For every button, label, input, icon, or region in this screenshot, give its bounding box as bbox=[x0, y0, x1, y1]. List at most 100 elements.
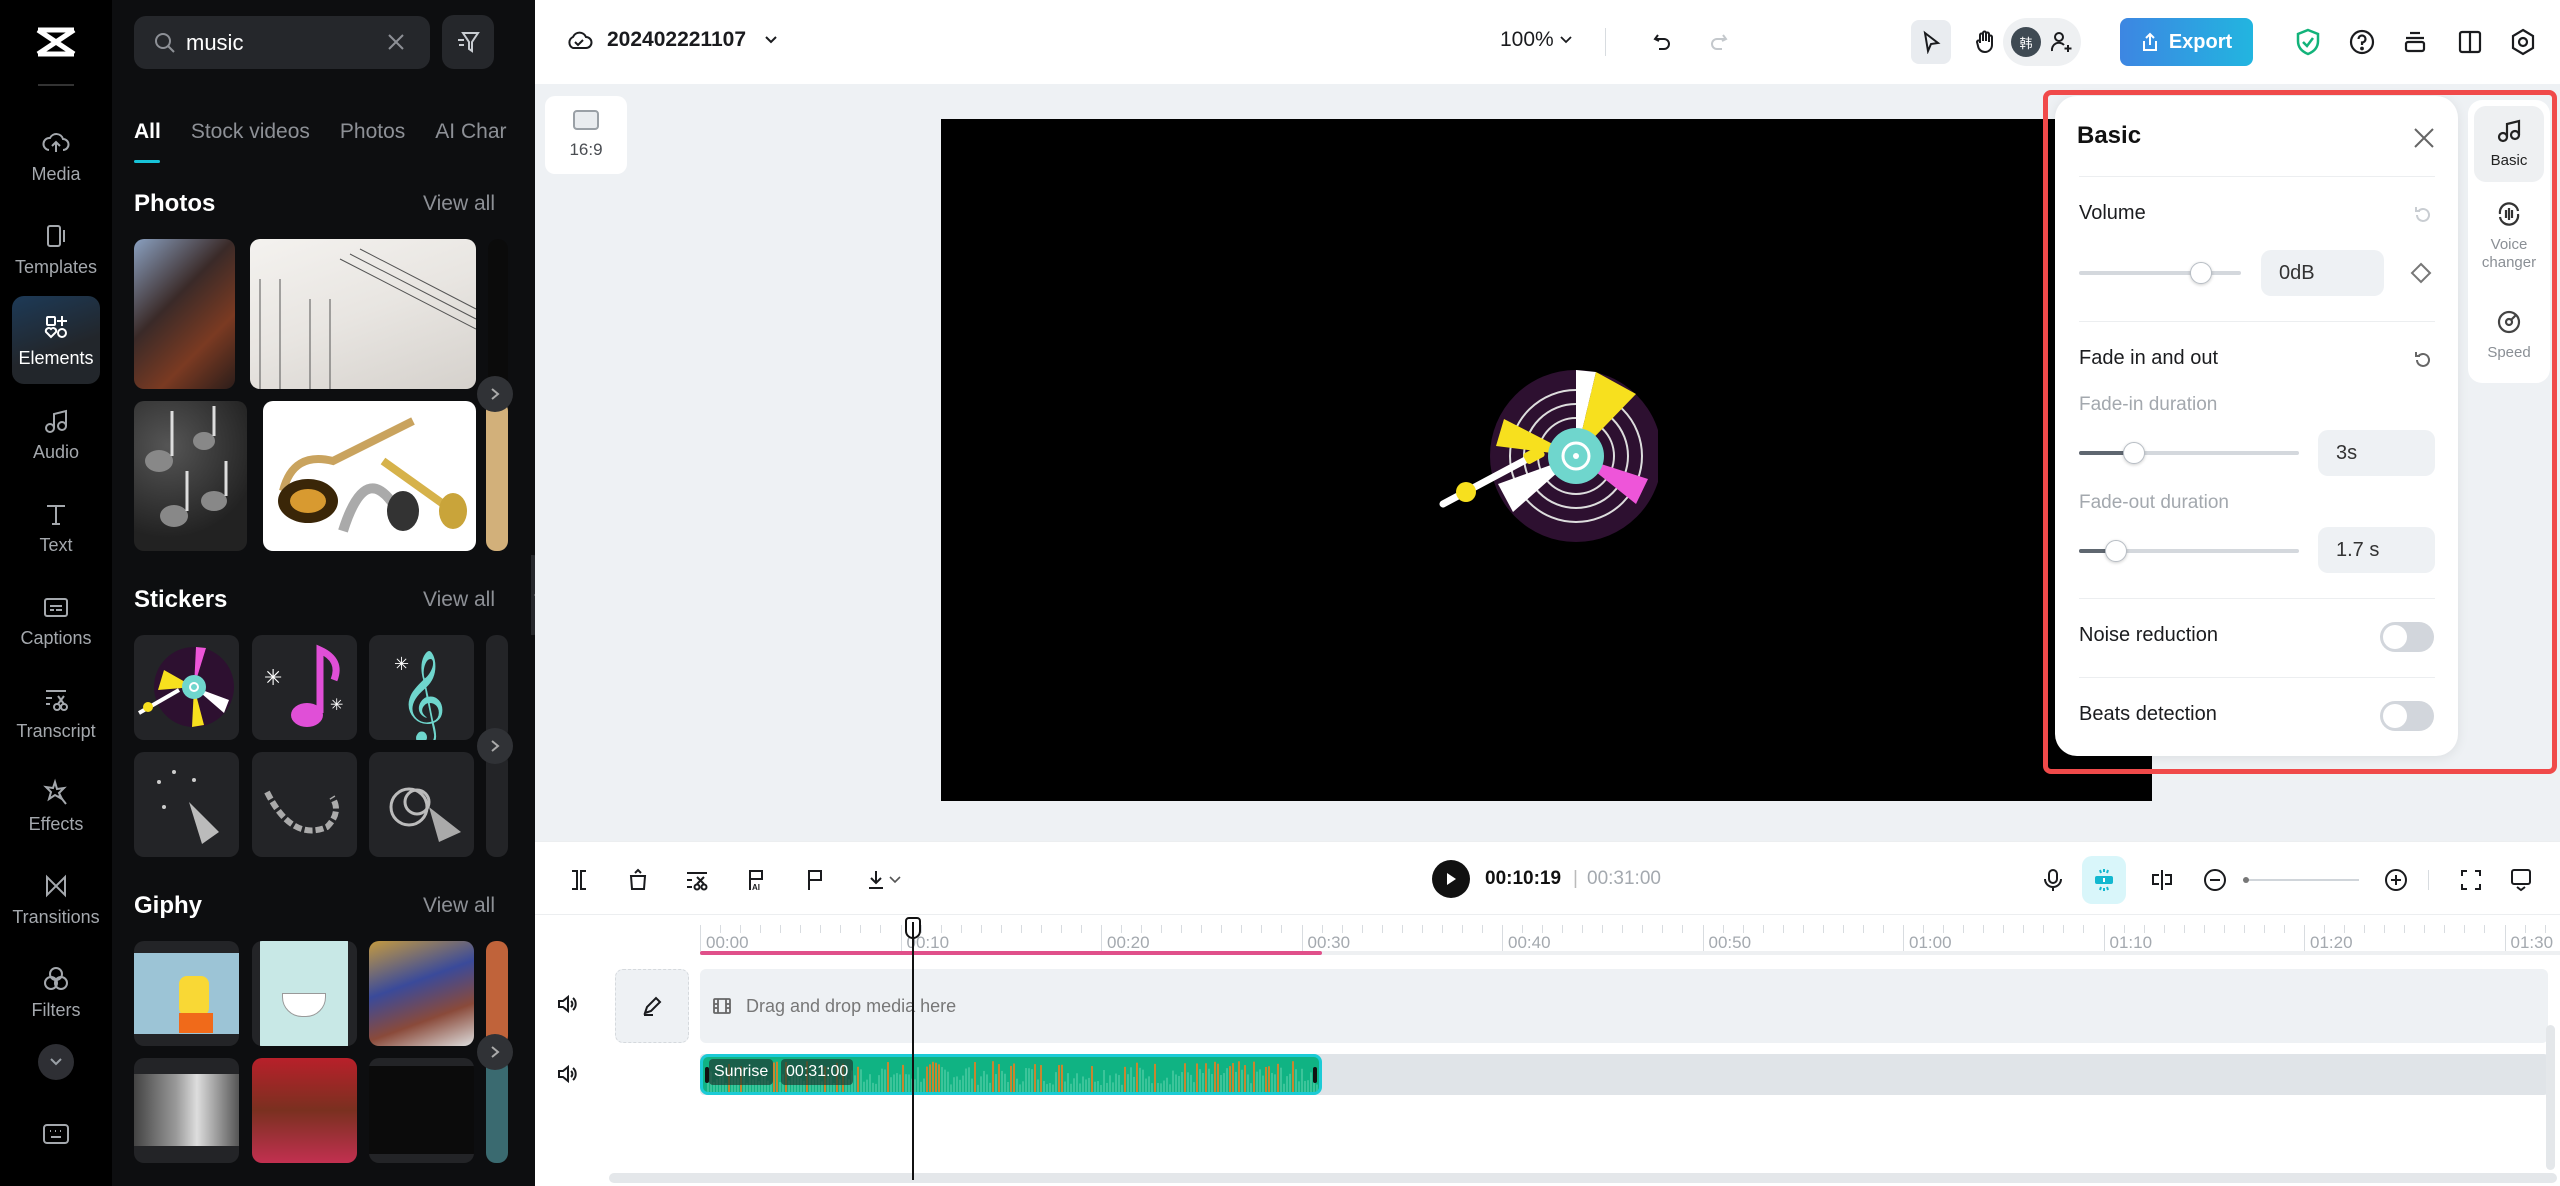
rail-item-captions[interactable]: Captions bbox=[12, 576, 100, 664]
sticker-confetti[interactable] bbox=[134, 752, 239, 857]
fade-in-value-field[interactable]: 3s bbox=[2318, 430, 2435, 476]
tab-all[interactable]: All bbox=[134, 120, 161, 144]
sticker-partial-2[interactable] bbox=[486, 752, 508, 857]
rail-item-transitions[interactable]: Transitions bbox=[12, 855, 100, 943]
project-name-dropdown[interactable]: 202402221107 bbox=[565, 26, 792, 54]
giphy-next-button[interactable] bbox=[477, 1034, 513, 1070]
audio-clip[interactable]: Sunrise 00:31:00 bbox=[700, 1054, 1322, 1095]
fade-out-slider[interactable] bbox=[2079, 540, 2299, 562]
help-icon[interactable] bbox=[2344, 24, 2380, 60]
rail-item-audio[interactable]: Audio bbox=[12, 390, 100, 478]
volume-reset-icon[interactable] bbox=[2412, 204, 2434, 226]
sticker-music-note[interactable]: ✳ ✳ bbox=[252, 635, 357, 740]
aspect-ratio-button[interactable]: 16:9 bbox=[545, 96, 627, 174]
beats-detection-toggle[interactable] bbox=[2380, 701, 2434, 731]
volume-slider[interactable] bbox=[2079, 262, 2241, 284]
fit-timeline-button[interactable] bbox=[2455, 864, 2487, 896]
edit-cover-button[interactable] bbox=[615, 969, 689, 1043]
gif-teacup[interactable] bbox=[252, 941, 357, 1046]
vinyl-sticker-preview[interactable] bbox=[1438, 364, 1658, 544]
tab-ai-characters[interactable]: AI Characters bbox=[435, 120, 507, 144]
fade-out-knob[interactable] bbox=[2105, 540, 2128, 562]
undo-button[interactable] bbox=[1642, 20, 1682, 64]
playhead-line[interactable] bbox=[911, 922, 914, 1180]
sticker-chain[interactable] bbox=[252, 752, 357, 857]
hand-tool-button[interactable] bbox=[1965, 20, 2005, 64]
clip-trim-handle-right[interactable] bbox=[1312, 1067, 1317, 1083]
vertical-scrollbar[interactable] bbox=[2546, 1025, 2555, 1170]
audio-track-volume-icon[interactable] bbox=[555, 1062, 579, 1086]
photo-sheet-music[interactable] bbox=[250, 239, 476, 389]
delete-button[interactable] bbox=[622, 864, 654, 896]
rail-item-text[interactable]: Text bbox=[12, 483, 100, 571]
horizontal-scrollbar[interactable] bbox=[609, 1173, 2557, 1183]
sticker-partial[interactable] bbox=[486, 635, 508, 740]
sticker-treble-clef[interactable]: 𝄞 ✳ bbox=[369, 635, 474, 740]
filter-button[interactable] bbox=[442, 15, 494, 69]
cut-transcript-button[interactable] bbox=[681, 864, 713, 896]
side-tab-speed[interactable]: Speed bbox=[2474, 308, 2544, 362]
close-icon[interactable] bbox=[2412, 126, 2436, 150]
tab-photos[interactable]: Photos bbox=[340, 120, 405, 144]
rail-item-media[interactable]: Media bbox=[12, 112, 100, 200]
rail-expand-button[interactable] bbox=[38, 1044, 74, 1080]
photo-partial-2[interactable] bbox=[486, 401, 508, 551]
marker-button[interactable] bbox=[799, 864, 831, 896]
fade-reset-icon[interactable] bbox=[2412, 349, 2434, 371]
split-align-button[interactable] bbox=[2146, 864, 2178, 896]
side-tab-basic[interactable]: Basic bbox=[2474, 106, 2544, 182]
photos-view-all-link[interactable]: View all bbox=[423, 192, 495, 216]
preview-screen-button[interactable] bbox=[2505, 864, 2537, 896]
fade-in-slider[interactable] bbox=[2079, 442, 2299, 464]
side-tab-voice-changer[interactable]: Voice changer bbox=[2474, 200, 2544, 272]
photo-partial[interactable] bbox=[488, 239, 508, 389]
gif-dog-fan[interactable] bbox=[252, 1058, 357, 1163]
clear-search-icon[interactable] bbox=[386, 32, 406, 52]
select-tool-button[interactable] bbox=[1911, 20, 1951, 64]
volume-value-field[interactable]: 0dB bbox=[2261, 250, 2384, 296]
auto-snap-toggle[interactable] bbox=[2082, 856, 2126, 904]
gif-asap-logo[interactable] bbox=[369, 1058, 474, 1163]
rail-item-templates[interactable]: Templates bbox=[12, 205, 100, 293]
photo-music-notes[interactable] bbox=[134, 401, 247, 551]
settings-gear-icon[interactable] bbox=[2505, 24, 2541, 60]
timeline-zoom-slider[interactable] bbox=[2243, 877, 2359, 883]
ai-marker-button[interactable]: AI bbox=[740, 864, 772, 896]
split-tool-button[interactable] bbox=[563, 864, 595, 896]
sticker-french-horn[interactable] bbox=[369, 752, 474, 857]
redo-button[interactable] bbox=[1699, 20, 1739, 64]
tab-stock-videos[interactable]: Stock videos bbox=[191, 120, 310, 144]
track-volume-icon[interactable] bbox=[555, 992, 579, 1016]
export-button[interactable]: Export bbox=[2120, 18, 2253, 66]
fade-in-knob[interactable] bbox=[2123, 442, 2145, 464]
stickers-view-all-link[interactable]: View all bbox=[423, 588, 495, 612]
gif-cartoon-headphones[interactable] bbox=[134, 941, 239, 1046]
rail-item-filters[interactable]: Filters bbox=[12, 948, 100, 1036]
search-box[interactable] bbox=[134, 16, 430, 69]
shield-check-icon[interactable] bbox=[2290, 24, 2326, 60]
fade-out-value-field[interactable]: 1.7 s bbox=[2318, 527, 2435, 573]
user-avatar[interactable]: 韩 bbox=[2011, 27, 2041, 57]
collaborators-group[interactable]: 韩 bbox=[2003, 18, 2081, 66]
gif-partial[interactable] bbox=[486, 941, 508, 1046]
noise-reduction-toggle[interactable] bbox=[2380, 622, 2434, 652]
gif-partial-2[interactable] bbox=[486, 1058, 508, 1163]
clip-trim-handle-left[interactable] bbox=[705, 1067, 709, 1083]
play-button[interactable] bbox=[1432, 860, 1470, 898]
keyframe-diamond-icon[interactable] bbox=[2410, 262, 2432, 284]
keyboard-shortcuts-icon[interactable] bbox=[42, 1122, 70, 1146]
rail-item-transcript[interactable]: Transcript bbox=[12, 669, 100, 757]
zoom-in-button[interactable] bbox=[2380, 864, 2412, 896]
search-input[interactable] bbox=[186, 29, 366, 56]
gif-black-white-singer[interactable] bbox=[134, 1058, 239, 1163]
video-preview[interactable] bbox=[941, 119, 2152, 801]
zoom-level-dropdown[interactable]: 100% bbox=[1500, 28, 1572, 52]
add-user-icon[interactable] bbox=[2049, 30, 2073, 54]
photo-cello[interactable] bbox=[134, 239, 235, 389]
split-layout-icon[interactable] bbox=[2452, 24, 2488, 60]
time-ruler[interactable]: 00:00 00:10 00:20 00:30 00:40 00:50 01:00 01:10… bbox=[535, 914, 2560, 964]
layers-stack-icon[interactable] bbox=[2397, 24, 2433, 60]
download-dropdown-button[interactable] bbox=[858, 864, 908, 896]
giphy-view-all-link[interactable]: View all bbox=[423, 894, 495, 918]
sticker-vinyl[interactable] bbox=[134, 635, 239, 740]
